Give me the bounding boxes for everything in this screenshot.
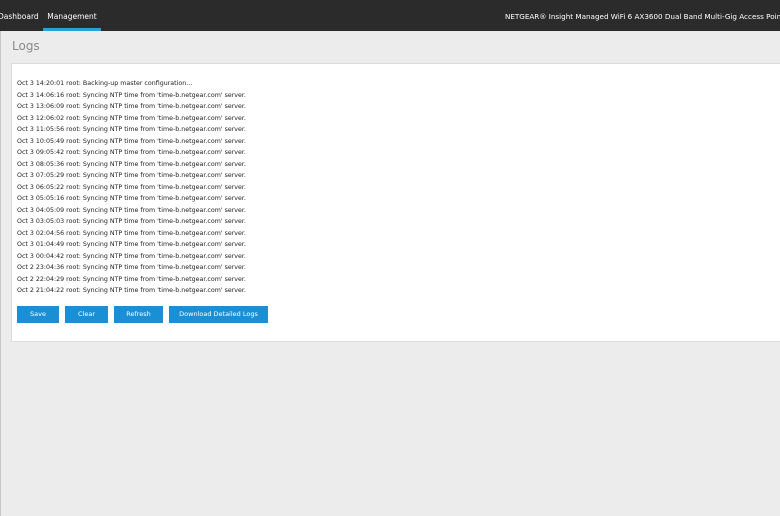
clear-button[interactable]: Clear bbox=[65, 306, 108, 323]
top-navigation-bar: Dashboard Management NETGEAR® Insight Ma… bbox=[0, 0, 780, 31]
log-line: Oct 2 22:04:29 root: Syncing NTP time fr… bbox=[17, 275, 246, 283]
tab-dashboard[interactable]: Dashboard bbox=[0, 0, 42, 31]
log-line: Oct 3 00:04:42 root: Syncing NTP time fr… bbox=[17, 252, 246, 260]
log-line: Oct 2 21:04:22 root: Syncing NTP time fr… bbox=[17, 287, 246, 294]
log-line: Oct 3 02:04:56 root: Syncing NTP time fr… bbox=[17, 229, 246, 237]
log-line: Oct 3 11:05:56 root: Syncing NTP time fr… bbox=[17, 126, 246, 133]
log-line: Oct 3 08:05:36 root: Syncing NTP time fr… bbox=[17, 160, 246, 168]
log-line: Oct 3 09:05:42 root: Syncing NTP time fr… bbox=[17, 149, 246, 156]
tab-management[interactable]: Management bbox=[43, 0, 101, 31]
product-title: NETGEAR® Insight Managed WiFi 6 AX3600 D… bbox=[504, 12, 780, 21]
log-line: Oct 3 12:06:02 root: Syncing NTP time fr… bbox=[17, 114, 246, 122]
log-line: Oct 3 13:06:09 root: Syncing NTP time fr… bbox=[17, 103, 246, 110]
log-textarea[interactable]: Oct 3 14:20:01 root: Backing-up master c… bbox=[17, 78, 517, 297]
log-line: Oct 3 04:05:09 root: Syncing NTP time fr… bbox=[17, 206, 246, 214]
download-detailed-logs-button[interactable]: Download Detailed Logs bbox=[169, 306, 268, 323]
log-line: Oct 3 14:20:01 root: Backing-up master c… bbox=[17, 80, 193, 87]
log-line: Oct 3 07:05:29 root: Syncing NTP time fr… bbox=[17, 172, 246, 179]
refresh-button[interactable]: Refresh bbox=[114, 306, 163, 323]
log-line: Oct 2 23:04:36 root: Syncing NTP time fr… bbox=[17, 264, 246, 271]
log-line: Oct 3 14:06:16 root: Syncing NTP time fr… bbox=[17, 91, 246, 99]
log-line: Oct 3 05:05:16 root: Syncing NTP time fr… bbox=[17, 195, 246, 202]
save-button[interactable]: Save bbox=[17, 306, 59, 323]
log-line: Oct 3 03:05:03 root: Syncing NTP time fr… bbox=[17, 218, 246, 225]
log-line: Oct 3 01:04:49 root: Syncing NTP time fr… bbox=[17, 241, 246, 248]
page-title: Logs bbox=[12, 39, 40, 53]
log-line: Oct 3 10:05:49 root: Syncing NTP time fr… bbox=[17, 137, 246, 145]
log-line: Oct 3 06:05:22 root: Syncing NTP time fr… bbox=[17, 183, 246, 191]
